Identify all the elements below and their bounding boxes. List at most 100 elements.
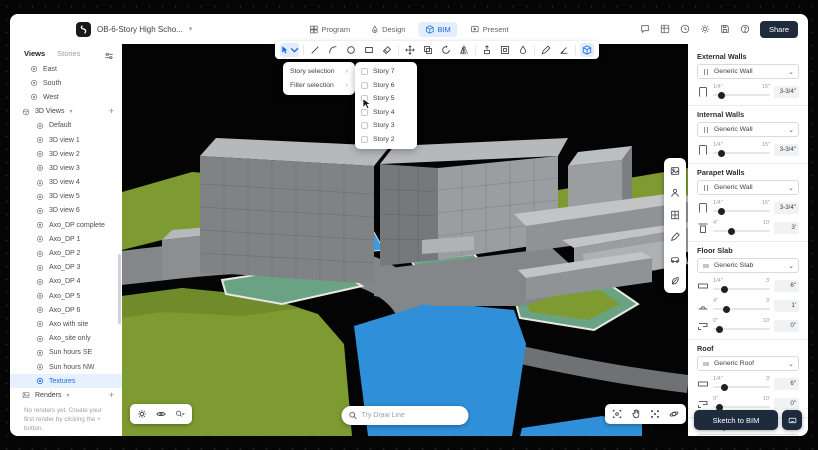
layout-grid-icon[interactable] [660,24,671,35]
view-list-item[interactable]: South [10,76,122,90]
furniture-window-icon[interactable] [669,208,682,221]
vehicles-car-icon[interactable] [669,252,682,265]
sketch-to-bim-toggle[interactable] [580,43,594,57]
slider[interactable]: 1/4"15" [713,142,770,157]
comment-icon[interactable] [640,24,651,35]
value-box[interactable]: 3-3/4" [774,144,799,156]
value-box[interactable]: 6" [774,280,799,292]
line-tool[interactable] [308,43,322,57]
circle-tool[interactable] [344,43,358,57]
value-box[interactable]: 0" [774,320,799,332]
add-render-button[interactable]: + [109,391,114,400]
sidebar-tab-stories[interactable]: Stories [57,49,80,58]
story-option[interactable]: Story 6 [355,79,417,93]
add-3d-view-button[interactable]: + [109,107,114,116]
view-list-item[interactable]: Axo_DP 1 [10,232,122,246]
people-person-icon[interactable] [669,186,682,199]
value-box[interactable]: 1' [774,300,799,312]
select-tool[interactable] [280,43,299,57]
snap-grid-icon[interactable] [647,406,663,422]
tab-bim[interactable]: BIM [418,22,457,37]
slider[interactable]: 0"10' [713,396,770,411]
checkbox-icon[interactable] [361,82,368,89]
sidebar-tab-views[interactable]: Views [24,49,45,58]
menu-item-story-selection[interactable]: Story selection › [283,65,355,79]
view-list-item[interactable]: Axo_DP 4 [10,275,122,289]
slider[interactable]: 1/4"3' [713,278,770,293]
view-list-item[interactable]: Axo_DP complete [10,218,122,232]
checkbox-icon[interactable] [361,136,368,143]
value-box[interactable]: 0" [774,398,799,410]
menu-item-filter-selection[interactable]: Filter selection › [283,79,355,93]
story-option[interactable]: Story 2 [355,133,417,147]
view-list-item[interactable]: Default [10,119,122,133]
theme-icon[interactable] [700,24,711,35]
settings-gear-icon[interactable] [134,406,150,422]
copy-tool[interactable] [421,43,435,57]
filter-icon[interactable] [104,48,114,58]
view-list-item[interactable]: Sun hours SE [10,346,122,360]
value-box[interactable]: 6" [774,378,799,390]
view-list-item[interactable]: Axo_DP 2 [10,246,122,260]
checkbox-icon[interactable] [361,68,368,75]
checkbox-icon[interactable] [361,122,368,129]
value-box[interactable]: 3' [774,222,799,234]
move-tool[interactable] [403,43,417,57]
offset-tool[interactable] [498,43,512,57]
slider[interactable]: 1/4"15" [713,84,770,99]
rotate-tool[interactable] [439,43,453,57]
view-list-item[interactable]: Axo with site [10,317,122,331]
group-renders[interactable]: Renders ▾ + [10,388,122,402]
arc-tool[interactable] [326,43,340,57]
external-wall-type-select[interactable]: Generic Wall ⌄ [697,64,799,79]
value-box[interactable]: 3-3/4" [774,202,799,214]
tab-program[interactable]: Program [302,22,357,37]
view-list-item[interactable]: 3D view 3 [10,161,122,175]
view-list-item[interactable]: 3D view 1 [10,133,122,147]
slider[interactable]: 1/4"15" [713,200,770,215]
search-input[interactable] [362,412,462,419]
materials-image-icon[interactable] [669,164,682,177]
history-clock-icon[interactable] [680,24,691,35]
story-option[interactable]: Story 7 [355,65,417,79]
orbit-icon[interactable] [666,406,682,422]
slider[interactable]: 4"10' [713,220,770,235]
fit-view-icon[interactable] [609,406,625,422]
slider[interactable]: 1/4"3' [713,376,770,391]
flip-tool[interactable] [457,43,471,57]
bim-settings-button[interactable] [782,410,802,430]
view-list-item[interactable]: West [10,90,122,104]
story-option[interactable]: Story 3 [355,119,417,133]
view-list-item[interactable]: 3D view 4 [10,176,122,190]
sidebar-scrollbar[interactable] [118,254,121,324]
roof-type-select[interactable]: Generic Roof ⌄ [697,356,799,371]
view-list-item[interactable]: 3D view 6 [10,204,122,218]
sketch-to-bim-button[interactable]: Sketch to BIM [694,410,778,430]
view-list-item[interactable]: Axo_site only [10,332,122,346]
protractor-tool[interactable] [557,43,571,57]
document-title[interactable]: OB-6-Story High Scho... [97,25,183,34]
view-list-item[interactable]: Sun hours NW [10,360,122,374]
paint-tool[interactable] [516,43,530,57]
rectangle-tool[interactable] [362,43,376,57]
view-list-item[interactable]: East [10,62,122,76]
view-list-item[interactable]: Axo_DP 5 [10,289,122,303]
view-list-item[interactable]: Axo_DP 3 [10,261,122,275]
value-box[interactable]: 3-3/4" [774,86,799,98]
plants-leaf-icon[interactable] [669,274,682,287]
floor-slab-type-select[interactable]: Generic Slab ⌄ [697,258,799,273]
eraser-tool[interactable] [380,43,394,57]
slider[interactable]: 0"10' [713,318,770,333]
tab-present[interactable]: Present [464,22,516,37]
snaptrude-logo-icon[interactable] [76,22,91,37]
tab-design[interactable]: Design [363,22,412,37]
group-3d-views[interactable]: 3D Views ▾ + [10,105,122,119]
visibility-eye-icon[interactable] [153,406,169,422]
view-list-item[interactable]: Textures [10,374,122,388]
flooring-type-select[interactable]: Generic Floor ⌄ [697,434,799,436]
share-button[interactable]: Share [760,21,798,38]
view-list-item[interactable]: Axo_DP 6 [10,303,122,317]
help-icon[interactable] [740,24,751,35]
pan-hand-icon[interactable] [628,406,644,422]
view-list-item[interactable]: 3D view 2 [10,147,122,161]
